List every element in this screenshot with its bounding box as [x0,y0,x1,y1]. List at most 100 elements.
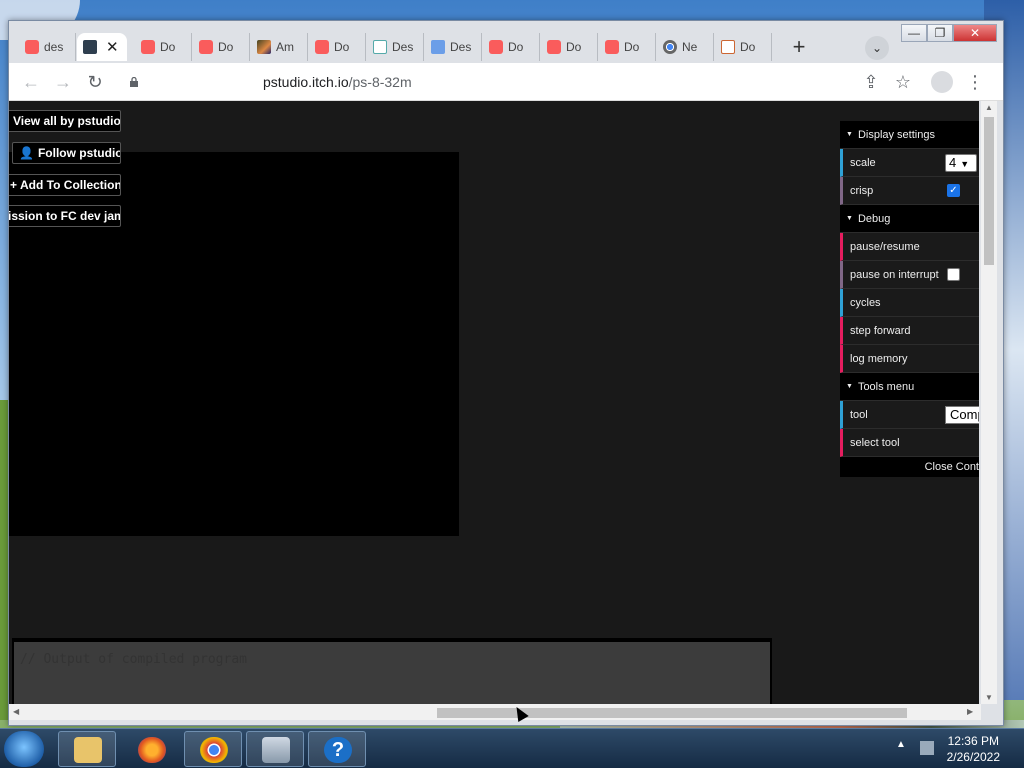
pause-resume-button[interactable]: pause/resume [840,233,979,261]
scroll-left-icon[interactable]: ◀ [13,707,19,716]
browser-tab[interactable]: des [19,33,76,61]
crisp-checkbox[interactable]: ✓ [947,184,960,197]
itch-icon [25,40,39,54]
scale-select[interactable]: 4 ▼ [945,154,977,172]
browser-window: des ✕ Do Do Am Do Des Des Do Do Do Ne Do… [8,20,1004,726]
horizontal-scrollbar[interactable]: ◀ ▶ [9,704,981,720]
submission-button[interactable]: ission to FC dev jam [9,205,121,227]
dark-square-icon [83,40,97,54]
crisp-control: crisp ✓ [840,177,979,205]
tool-value: Comp [950,407,979,422]
browser-tab[interactable]: Do [715,33,772,61]
browser-tab[interactable]: Des [367,33,424,61]
control-label: crisp [850,184,874,197]
output-textarea[interactable]: // Output of compiled program [12,638,772,704]
share-icon[interactable]: ⇪ [859,70,883,94]
bookmark-star-icon[interactable]: ☆ [891,70,915,94]
itch-icon [547,40,561,54]
url-path: /ps-8-32m [348,74,412,90]
vertical-scrollbar[interactable]: ▲ ▼ [981,101,997,704]
view-all-button[interactable]: View all by pstudio [9,110,121,132]
tab-label: Do [334,40,350,54]
reload-button[interactable]: ↻ [83,70,107,94]
close-icon[interactable]: ✕ [106,38,119,56]
folder-display-settings[interactable]: ▼ Display settings [840,121,979,149]
system-monitor-icon [262,737,290,763]
dat-gui-panel: ▼ Display settings scale 4 ▼ crisp ✓ ▼ Debug … [840,121,979,477]
browser-tab[interactable]: Do [541,33,598,61]
log-memory-button[interactable]: log memory [840,345,979,373]
browser-menu-button[interactable]: ⋮ [963,70,987,94]
select-tool-button[interactable]: select tool [840,429,979,457]
tab-label: Do [566,40,582,54]
tab-search-button[interactable]: ⌄ [865,36,889,60]
control-label: pause/resume [850,240,920,253]
add-to-collection-button[interactable]: + Add To Collection [9,174,121,196]
folder-debug[interactable]: ▼ Debug [840,205,979,233]
chrome-icon [200,737,228,763]
explorer-icon [74,737,102,763]
tab-label: des [44,40,64,54]
browser-tab[interactable]: Do [599,33,656,61]
browser-tab[interactable]: Do [309,33,366,61]
triangle-down-icon: ▼ [846,383,853,390]
taskbar-app-monitor[interactable] [246,731,304,767]
browser-tab[interactable]: Ne [657,33,714,61]
tab-label: Am [276,40,294,54]
network-icon[interactable] [920,741,934,755]
blue-doc-icon [431,40,445,54]
browser-tab-active[interactable]: ✕ [77,33,127,61]
follow-button[interactable]: 👤 Follow pstudio [12,142,121,164]
plus-icon: + [10,178,18,192]
browser-tab[interactable]: Do [193,33,250,61]
forward-button[interactable]: → [51,70,75,94]
firefox-icon [138,737,166,763]
tray-expand-icon[interactable]: ▲ [896,739,906,750]
minimize-button[interactable]: — [901,24,927,42]
scroll-right-icon[interactable]: ▶ [967,707,973,716]
chrome-icon [663,40,677,54]
system-clock[interactable]: 12:36 PM 2/26/2022 [947,733,1000,765]
browser-tab[interactable]: Do [483,33,540,61]
clock-time: 12:36 PM [947,734,999,748]
taskbar-app-explorer[interactable] [58,731,116,767]
control-label: pause on interrupt [850,268,939,281]
new-tab-button[interactable]: + [787,36,811,60]
address-bar[interactable]: pstudio.itch.io/ps-8-32m [121,69,521,95]
step-forward-button[interactable]: step forward [840,317,979,345]
tool-control: tool Comp [840,401,979,429]
vertical-scroll-thumb[interactable] [984,117,994,265]
image-icon [257,40,271,54]
control-label: scale [850,156,876,169]
tab-label: Do [218,40,234,54]
cycles-control[interactable]: cycles [840,289,979,317]
taskbar-app-chrome[interactable] [184,731,242,767]
window-close-button[interactable]: ✕ [953,24,997,42]
browser-tab[interactable]: Do [135,33,192,61]
control-label: select tool [850,436,900,449]
start-button[interactable] [4,731,44,767]
browser-tab[interactable]: Des [425,33,482,61]
itch-icon [605,40,619,54]
back-button[interactable]: ← [19,70,43,94]
chevron-down-icon: ▼ [960,159,970,169]
submission-label: ission to FC dev jam [9,209,121,223]
folder-tools-menu[interactable]: ▼ Tools menu [840,373,979,401]
itch-icon [141,40,155,54]
profile-avatar[interactable] [931,71,953,93]
control-label: log memory [850,352,908,365]
taskbar-app-help[interactable]: ? [308,731,366,767]
scroll-up-icon[interactable]: ▲ [985,103,993,112]
tab-label: Do [624,40,640,54]
close-controls-button[interactable]: Close Cont [840,457,979,477]
help-icon: ? [324,737,352,763]
horizontal-scroll-thumb[interactable] [437,708,907,718]
tool-select[interactable]: Comp [945,406,979,424]
browser-tab[interactable]: Am [251,33,308,61]
clock-date: 2/26/2022 [946,750,1000,764]
output-placeholder: // Output of compiled program [20,652,247,667]
scroll-down-icon[interactable]: ▼ [985,693,993,702]
taskbar-app-firefox[interactable] [122,731,180,767]
maximize-button[interactable]: ❐ [927,24,953,42]
pause-on-interrupt-checkbox[interactable] [947,268,960,281]
